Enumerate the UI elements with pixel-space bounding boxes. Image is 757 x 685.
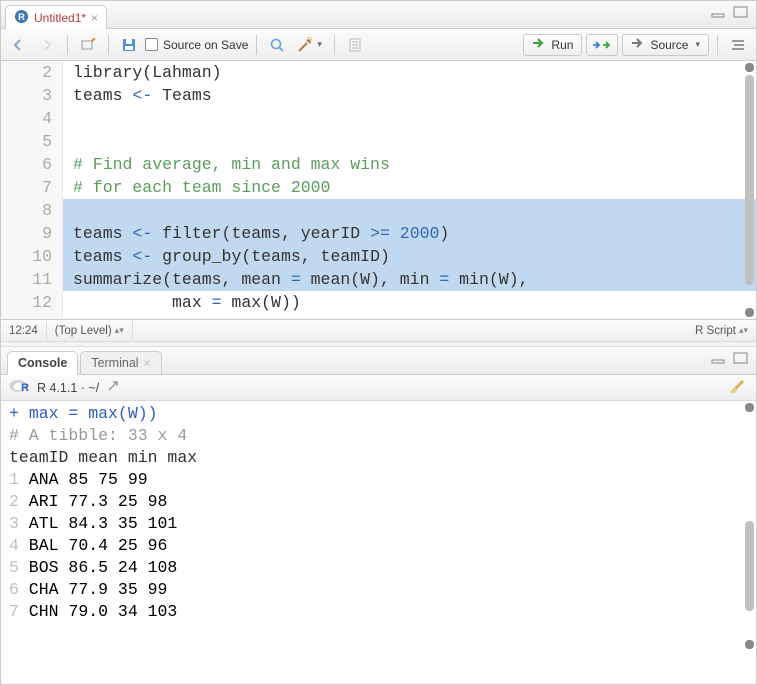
forward-icon[interactable] — [35, 34, 59, 56]
editor-tab-untitled[interactable]: R Untitled1* × — [5, 5, 107, 29]
console-tabs: Console Terminal × — [1, 347, 756, 375]
maximize-pane-icon[interactable] — [732, 351, 750, 365]
tab-console[interactable]: Console — [7, 351, 78, 375]
console-line: + max = max(W)) — [9, 403, 756, 425]
line-gutter: 23456789101112 — [1, 61, 63, 319]
code-line[interactable] — [63, 107, 756, 130]
pane-controls — [710, 351, 750, 365]
sort-icon: ▴▾ — [115, 325, 124, 336]
console-info: R 4.1.1 · ~/ — [37, 381, 99, 395]
console-output[interactable]: + max = max(W))# A tibble: 33 x 4 teamID… — [1, 401, 756, 651]
save-icon[interactable] — [117, 34, 141, 56]
minimize-pane-icon[interactable] — [710, 351, 728, 365]
svg-text:R: R — [18, 11, 25, 21]
code-lines[interactable]: library(Lahman)teams <- Teams # Find ave… — [63, 61, 756, 319]
editor-pane: R Untitled1* × Source on Save ▾ Run — [1, 1, 756, 341]
checkbox-icon — [145, 38, 158, 51]
find-icon[interactable] — [265, 34, 289, 56]
code-line[interactable]: teams <- filter(teams, yearID >= 2000) — [63, 222, 756, 245]
console-line: 6 CHA 77.9 35 99 — [9, 579, 756, 601]
tab-terminal[interactable]: Terminal × — [80, 351, 161, 375]
maximize-pane-icon[interactable] — [732, 5, 750, 19]
language-selector[interactable]: R Script▴▾ — [687, 320, 756, 341]
code-line[interactable]: summarize(teams, mean = mean(W), min = m… — [63, 268, 756, 291]
r-file-icon: R — [14, 9, 29, 27]
sort-icon: ▴▾ — [739, 325, 748, 336]
scroll-thumb[interactable] — [745, 521, 754, 611]
console-infobar: R R 4.1.1 · ~/ — [1, 375, 756, 401]
code-line[interactable]: max = max(W)) — [63, 291, 756, 314]
chevron-down-icon: ▾ — [317, 39, 322, 50]
code-line[interactable]: library(Lahman) — [63, 61, 756, 84]
source-on-save-label: Source on Save — [163, 38, 248, 52]
svg-text:R: R — [21, 382, 29, 394]
console-line: # A tibble: 33 x 4 — [9, 425, 756, 447]
source-button[interactable]: Source ▾ — [622, 34, 709, 56]
editor-toolbar: Source on Save ▾ Run Source ▾ — [1, 29, 756, 61]
show-in-new-window-icon[interactable] — [76, 34, 100, 56]
code-line[interactable] — [63, 130, 756, 153]
run-button[interactable]: Run — [523, 34, 582, 56]
rerun-icon — [592, 39, 612, 51]
popout-icon[interactable] — [107, 380, 119, 395]
compile-report-icon[interactable] — [343, 34, 367, 56]
editor-tabs: R Untitled1* × — [1, 1, 756, 29]
console-line: 2 ARI 77.3 25 98 — [9, 491, 756, 513]
rerun-button[interactable] — [586, 34, 618, 56]
minimize-pane-icon[interactable] — [710, 5, 728, 19]
editor-tab-title: Untitled1* — [34, 11, 86, 25]
editor-scrollbar[interactable] — [744, 61, 754, 319]
console-pane: Console Terminal × R R 4.1.1 · ~/ + max … — [1, 347, 756, 651]
console-line: 4 BAL 70.4 25 96 — [9, 535, 756, 557]
console-line: 1 ANA 85 75 99 — [9, 469, 756, 491]
code-line[interactable]: teams <- Teams — [63, 84, 756, 107]
clear-console-icon[interactable] — [730, 379, 748, 396]
cursor-position[interactable]: 12:24 — [1, 320, 47, 341]
back-icon[interactable] — [7, 34, 31, 56]
scroll-down-icon[interactable] — [745, 640, 754, 649]
console-line: 3 ATL 84.3 35 101 — [9, 513, 756, 535]
console-line: 7 CHN 79.0 34 103 — [9, 601, 756, 623]
run-icon — [532, 37, 546, 52]
code-line[interactable]: # for each team since 2000 — [63, 176, 756, 199]
run-label: Run — [551, 38, 573, 52]
console-scrollbar[interactable] — [744, 401, 754, 651]
console-line: 5 BOS 86.5 24 108 — [9, 557, 756, 579]
source-label: Source — [650, 38, 688, 52]
scope-selector[interactable]: (Top Level)▴▾ — [47, 320, 133, 341]
scroll-up-icon[interactable] — [745, 63, 754, 72]
pane-controls — [710, 5, 750, 19]
scroll-up-icon[interactable] — [745, 403, 754, 412]
chevron-down-icon: ▾ — [695, 39, 700, 50]
scroll-down-icon[interactable] — [745, 308, 754, 317]
code-line[interactable] — [63, 199, 756, 222]
code-line[interactable]: teams <- group_by(teams, teamID) — [63, 245, 756, 268]
editor-statusbar: 12:24 (Top Level)▴▾ R Script▴▾ — [1, 319, 756, 341]
scroll-thumb[interactable] — [745, 75, 754, 285]
r-logo-icon: R — [9, 378, 29, 397]
code-tools-icon[interactable]: ▾ — [293, 34, 326, 56]
close-tab-icon[interactable]: × — [144, 356, 151, 370]
code-editor[interactable]: 23456789101112 library(Lahman)teams <- T… — [1, 61, 756, 319]
close-tab-icon[interactable]: × — [91, 11, 98, 25]
source-on-save-checkbox[interactable]: Source on Save — [145, 38, 248, 52]
code-line[interactable]: # Find average, min and max wins — [63, 153, 756, 176]
outline-icon[interactable] — [726, 34, 750, 56]
console-line: teamID mean min max — [9, 447, 756, 469]
source-icon — [631, 37, 645, 52]
